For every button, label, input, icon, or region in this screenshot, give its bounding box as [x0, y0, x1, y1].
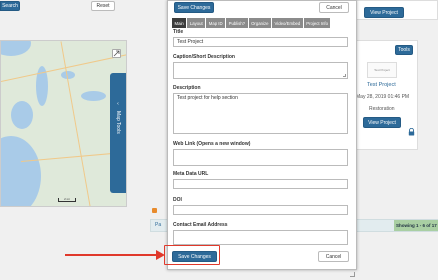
map-water [1, 41, 31, 56]
resize-grip-icon[interactable] [343, 74, 346, 77]
project-title-link[interactable]: Test Project [367, 82, 396, 88]
project-category: Restoration [369, 106, 395, 112]
map-tools-label: Map Tools [115, 111, 121, 134]
edit-project-modal: Save Changes Cancel Main Layout Map ID P… [167, 0, 357, 270]
doi-field[interactable] [173, 205, 348, 215]
tab-layout[interactable]: Layout [187, 18, 206, 28]
description-field[interactable]: Test project for help section [173, 93, 348, 134]
cancel-button-top[interactable]: Cancel [319, 2, 349, 13]
description-label: Description [173, 85, 201, 91]
reset-button[interactable]: Reset [91, 1, 115, 11]
map-road [60, 41, 92, 206]
showing-count: Showing 1 - 6 of 17 [394, 220, 438, 231]
tab-map-id[interactable]: Map ID [206, 18, 226, 28]
expand-icon[interactable] [112, 49, 121, 58]
map-water [81, 91, 106, 101]
title-label: Title [173, 29, 184, 35]
map-water [1, 136, 41, 206]
cancel-button[interactable]: Cancel [318, 251, 349, 262]
tab-publish[interactable]: Publish? [226, 18, 248, 28]
map-water [11, 101, 33, 129]
search-button[interactable]: Search [0, 1, 20, 11]
pagination-label: Pa [155, 222, 162, 228]
map-tools-tab[interactable]: ‹ Map Tools [110, 73, 126, 193]
rss-icon[interactable] [152, 208, 157, 213]
tools-button[interactable]: Tools [395, 45, 413, 55]
arrow-left-icon: ‹ [117, 101, 119, 107]
contact-email-label: Contact Email Address [173, 222, 228, 228]
lock-icon [408, 127, 415, 138]
map-view[interactable] [0, 40, 127, 207]
callout-arrow [65, 254, 157, 256]
doi-label: DOI [173, 197, 182, 203]
tab-organize[interactable]: Organize [248, 18, 272, 28]
project-date: May 28, 2019 01:46 PM [356, 94, 410, 100]
view-project-button[interactable]: View Project [363, 117, 401, 128]
title-field[interactable]: Test Project [173, 37, 348, 47]
tab-main[interactable]: Main [172, 18, 187, 28]
web-link-label: Web Link (Opens a new window) [173, 141, 251, 147]
map-scale: 2 mi [58, 198, 76, 202]
caption-label: Caption/Short Description [173, 54, 235, 60]
tab-project-info[interactable]: Project Info [303, 18, 331, 28]
tab-video-embed[interactable]: Video/Embed [272, 18, 303, 28]
save-changes-button-top[interactable]: Save Changes [174, 2, 214, 13]
contact-email-field[interactable] [173, 230, 348, 245]
metadata-url-field[interactable] [173, 179, 348, 189]
project-thumbnail[interactable]: Test Project [367, 62, 397, 78]
view-project-button[interactable]: View Project [364, 7, 404, 18]
callout-highlight [164, 245, 220, 265]
metadata-url-label: Meta Data URL [173, 171, 209, 177]
modal-tabs: Main Layout Map ID Publish? Organize Vid… [172, 18, 331, 28]
resize-grip-icon[interactable] [350, 272, 355, 277]
caption-field[interactable] [173, 62, 348, 79]
web-link-field[interactable] [173, 149, 348, 166]
